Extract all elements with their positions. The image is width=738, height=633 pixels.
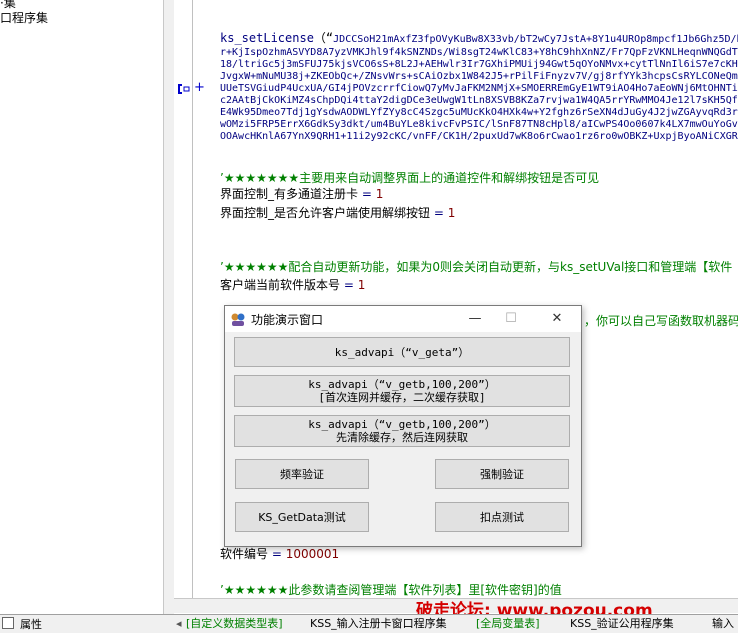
- var1-operator: =: [361, 187, 372, 201]
- var1-value: 1: [375, 187, 384, 201]
- var3-operator: =: [343, 278, 354, 292]
- var1-name: 界面控制_有多通道注册卡: [220, 187, 359, 201]
- license-open-paren: （“: [313, 31, 334, 45]
- var4-name: 软件编号: [220, 547, 269, 561]
- license-string-8: OOAwcHKnlA67YnX9QRH1+11i2y92cKC/vnFF/CK1…: [220, 131, 738, 142]
- code-line-var3[interactable]: 客户端当前软件版本号 = 1: [220, 278, 365, 293]
- code-line-var2[interactable]: 界面控制_是否允许客户端使用解绑按钮 = 1: [220, 206, 455, 221]
- app-icon: [230, 311, 246, 327]
- license-string-0: JDCCSoH21mAxfZ3fpOVyKuBw8X33vb/bT2wCy7Js…: [333, 34, 738, 45]
- tab-input-partial[interactable]: 输入: [712, 616, 734, 632]
- getdata-test-label: KS_GetData测试: [258, 510, 346, 524]
- frequency-verify-button[interactable]: 频率验证: [235, 459, 369, 489]
- advapi-geta-label: ks_advapi（“v_geta”）: [334, 345, 470, 359]
- dialog-titlebar[interactable]: 功能演示窗口 — ☐ ✕: [225, 306, 581, 332]
- comment-line-3-tail: ，你可以自己写函数取机器码文: [584, 314, 738, 328]
- properties-tab[interactable]: 属性: [0, 615, 60, 633]
- advapi-getb-clear-button[interactable]: ks_advapi（“v_getb,100,200”） 先清除缓存，然后连网获取: [234, 415, 570, 447]
- editor-gutter-divider: [192, 0, 193, 598]
- tree-item-program-set[interactable]: 口程序集: [0, 9, 48, 26]
- tab-verify-common[interactable]: KSS_验证公用程序集: [570, 616, 674, 632]
- properties-icon: [2, 617, 14, 629]
- breakpoint-marker-icon[interactable]: [176, 82, 190, 96]
- project-tree-panel: ·集 口程序集: [0, 0, 164, 614]
- demo-dialog-window: 功能演示窗口 — ☐ ✕ ks_advapi（“v_geta”） ks_adva…: [224, 305, 582, 547]
- minimize-icon[interactable]: —: [461, 308, 489, 330]
- code-line-var1[interactable]: 界面控制_有多通道注册卡 = 1: [220, 187, 383, 202]
- deduct-points-test-label: 扣点测试: [480, 510, 524, 524]
- var2-name: 界面控制_是否允许客户端使用解绑按钮: [220, 206, 431, 220]
- var3-value: 1: [357, 278, 366, 292]
- deduct-points-test-button[interactable]: 扣点测试: [435, 502, 569, 532]
- getdata-test-button[interactable]: KS_GetData测试: [235, 502, 369, 532]
- force-verify-label: 强制验证: [480, 467, 524, 481]
- expand-plus-icon[interactable]: +: [194, 80, 205, 95]
- var4-operator: =: [271, 547, 282, 561]
- var2-value: 1: [447, 206, 456, 220]
- advapi-getb-cached-button[interactable]: ks_advapi（“v_getb,100,200”） [首次连网并缓存，二次缓…: [234, 375, 570, 407]
- advapi-getb-clear-label-2: 先清除缓存，然后连网获取: [336, 431, 468, 444]
- tree-vertical-scrollbar[interactable]: [163, 0, 174, 614]
- advapi-getb-clear-label-1: ks_advapi（“v_getb,100,200”）: [308, 418, 496, 431]
- tab-custom-types[interactable]: [自定义数据类型表]: [186, 616, 283, 632]
- comment-line-2: ’★★★★★★配合自动更新功能，如果为0则会关闭自动更新，与ks_setUVal…: [220, 260, 733, 274]
- maximize-icon[interactable]: ☐: [497, 308, 525, 330]
- close-icon[interactable]: ✕: [543, 308, 571, 330]
- force-verify-button[interactable]: 强制验证: [435, 459, 569, 489]
- license-function: ks_setLicense: [220, 31, 314, 45]
- var3-name: 客户端当前软件版本号: [220, 278, 341, 292]
- advapi-geta-button[interactable]: ks_advapi（“v_geta”）: [234, 337, 570, 367]
- advapi-getb-cached-label-1: ks_advapi（“v_getb,100,200”）: [308, 378, 496, 391]
- var2-operator: =: [433, 206, 444, 220]
- bottom-tab-bar: 属性 ◂ [自定义数据类型表] KSS_输入注册卡窗口程序集 [全局变量表] K…: [0, 614, 738, 633]
- tab-global-vars[interactable]: [全局变量表]: [476, 616, 540, 632]
- comment-line-1: ’★★★★★★★主要用来自动调整界面上的通道控件和解绑按钮是否可见: [220, 171, 600, 185]
- frequency-verify-label: 频率验证: [280, 467, 324, 481]
- tab-input-card-window[interactable]: KSS_输入注册卡窗口程序集: [310, 616, 447, 632]
- tab-scroll-left-icon[interactable]: ◂: [176, 616, 182, 632]
- dialog-title: 功能演示窗口: [251, 313, 324, 327]
- code-line-var4[interactable]: 软件编号 = 1000001: [220, 547, 339, 562]
- advapi-getb-cached-label-2: [首次连网并缓存，二次缓存获取]: [318, 391, 486, 404]
- properties-tab-label: 属性: [20, 618, 42, 631]
- var4-value: 1000001: [285, 547, 340, 561]
